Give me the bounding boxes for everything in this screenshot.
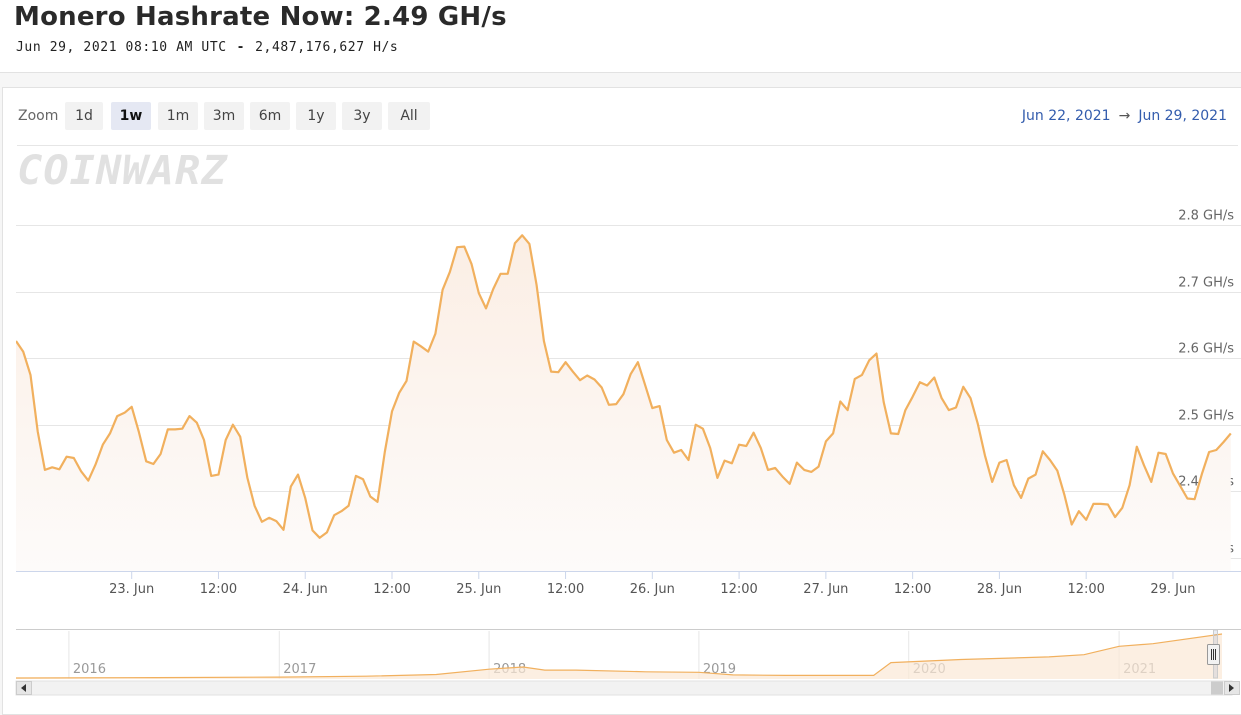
x-tick-label: 12:00 <box>547 582 584 597</box>
navigator-year-label: 2017 <box>283 662 316 677</box>
y-tick-label: 2.8 GH/s <box>1178 209 1234 224</box>
x-tick-label: 23. Jun <box>109 582 154 597</box>
x-tick-label: 12:00 <box>200 582 237 597</box>
hashrate-chart[interactable]: 2.3 GH/s2.4 GH/s2.5 GH/s2.6 GH/s2.7 GH/s… <box>0 0 1241 715</box>
x-tick-label: 25. Jun <box>456 582 501 597</box>
x-tick-label: 12:00 <box>894 582 931 597</box>
navigator-year-label: 2016 <box>73 662 106 677</box>
x-tick-label: 12:00 <box>1067 582 1104 597</box>
scrollbar-thumb[interactable] <box>1211 681 1223 695</box>
x-tick-label: 24. Jun <box>283 582 328 597</box>
y-tick-label: 2.5 GH/s <box>1178 409 1234 424</box>
y-tick-label: 2.7 GH/s <box>1178 276 1234 291</box>
x-tick-label: 12:00 <box>720 582 757 597</box>
x-tick-label: 27. Jun <box>803 582 848 597</box>
y-tick-label: 2.6 GH/s <box>1178 342 1234 357</box>
scrollbar-track[interactable] <box>15 680 1233 696</box>
x-tick-label: 26. Jun <box>630 582 675 597</box>
x-tick-label: 12:00 <box>373 582 410 597</box>
navigator[interactable]: 201620172018201920202021 <box>15 629 1241 680</box>
scrollbar[interactable] <box>15 680 1240 696</box>
hashrate-area <box>16 235 1231 572</box>
x-tick-label: 28. Jun <box>977 582 1022 597</box>
x-tick-label: 29. Jun <box>1150 582 1195 597</box>
x-axis: 23. Jun 12:00 24. Jun 12:00 25. Jun 12:00 26. … <box>109 571 1241 597</box>
